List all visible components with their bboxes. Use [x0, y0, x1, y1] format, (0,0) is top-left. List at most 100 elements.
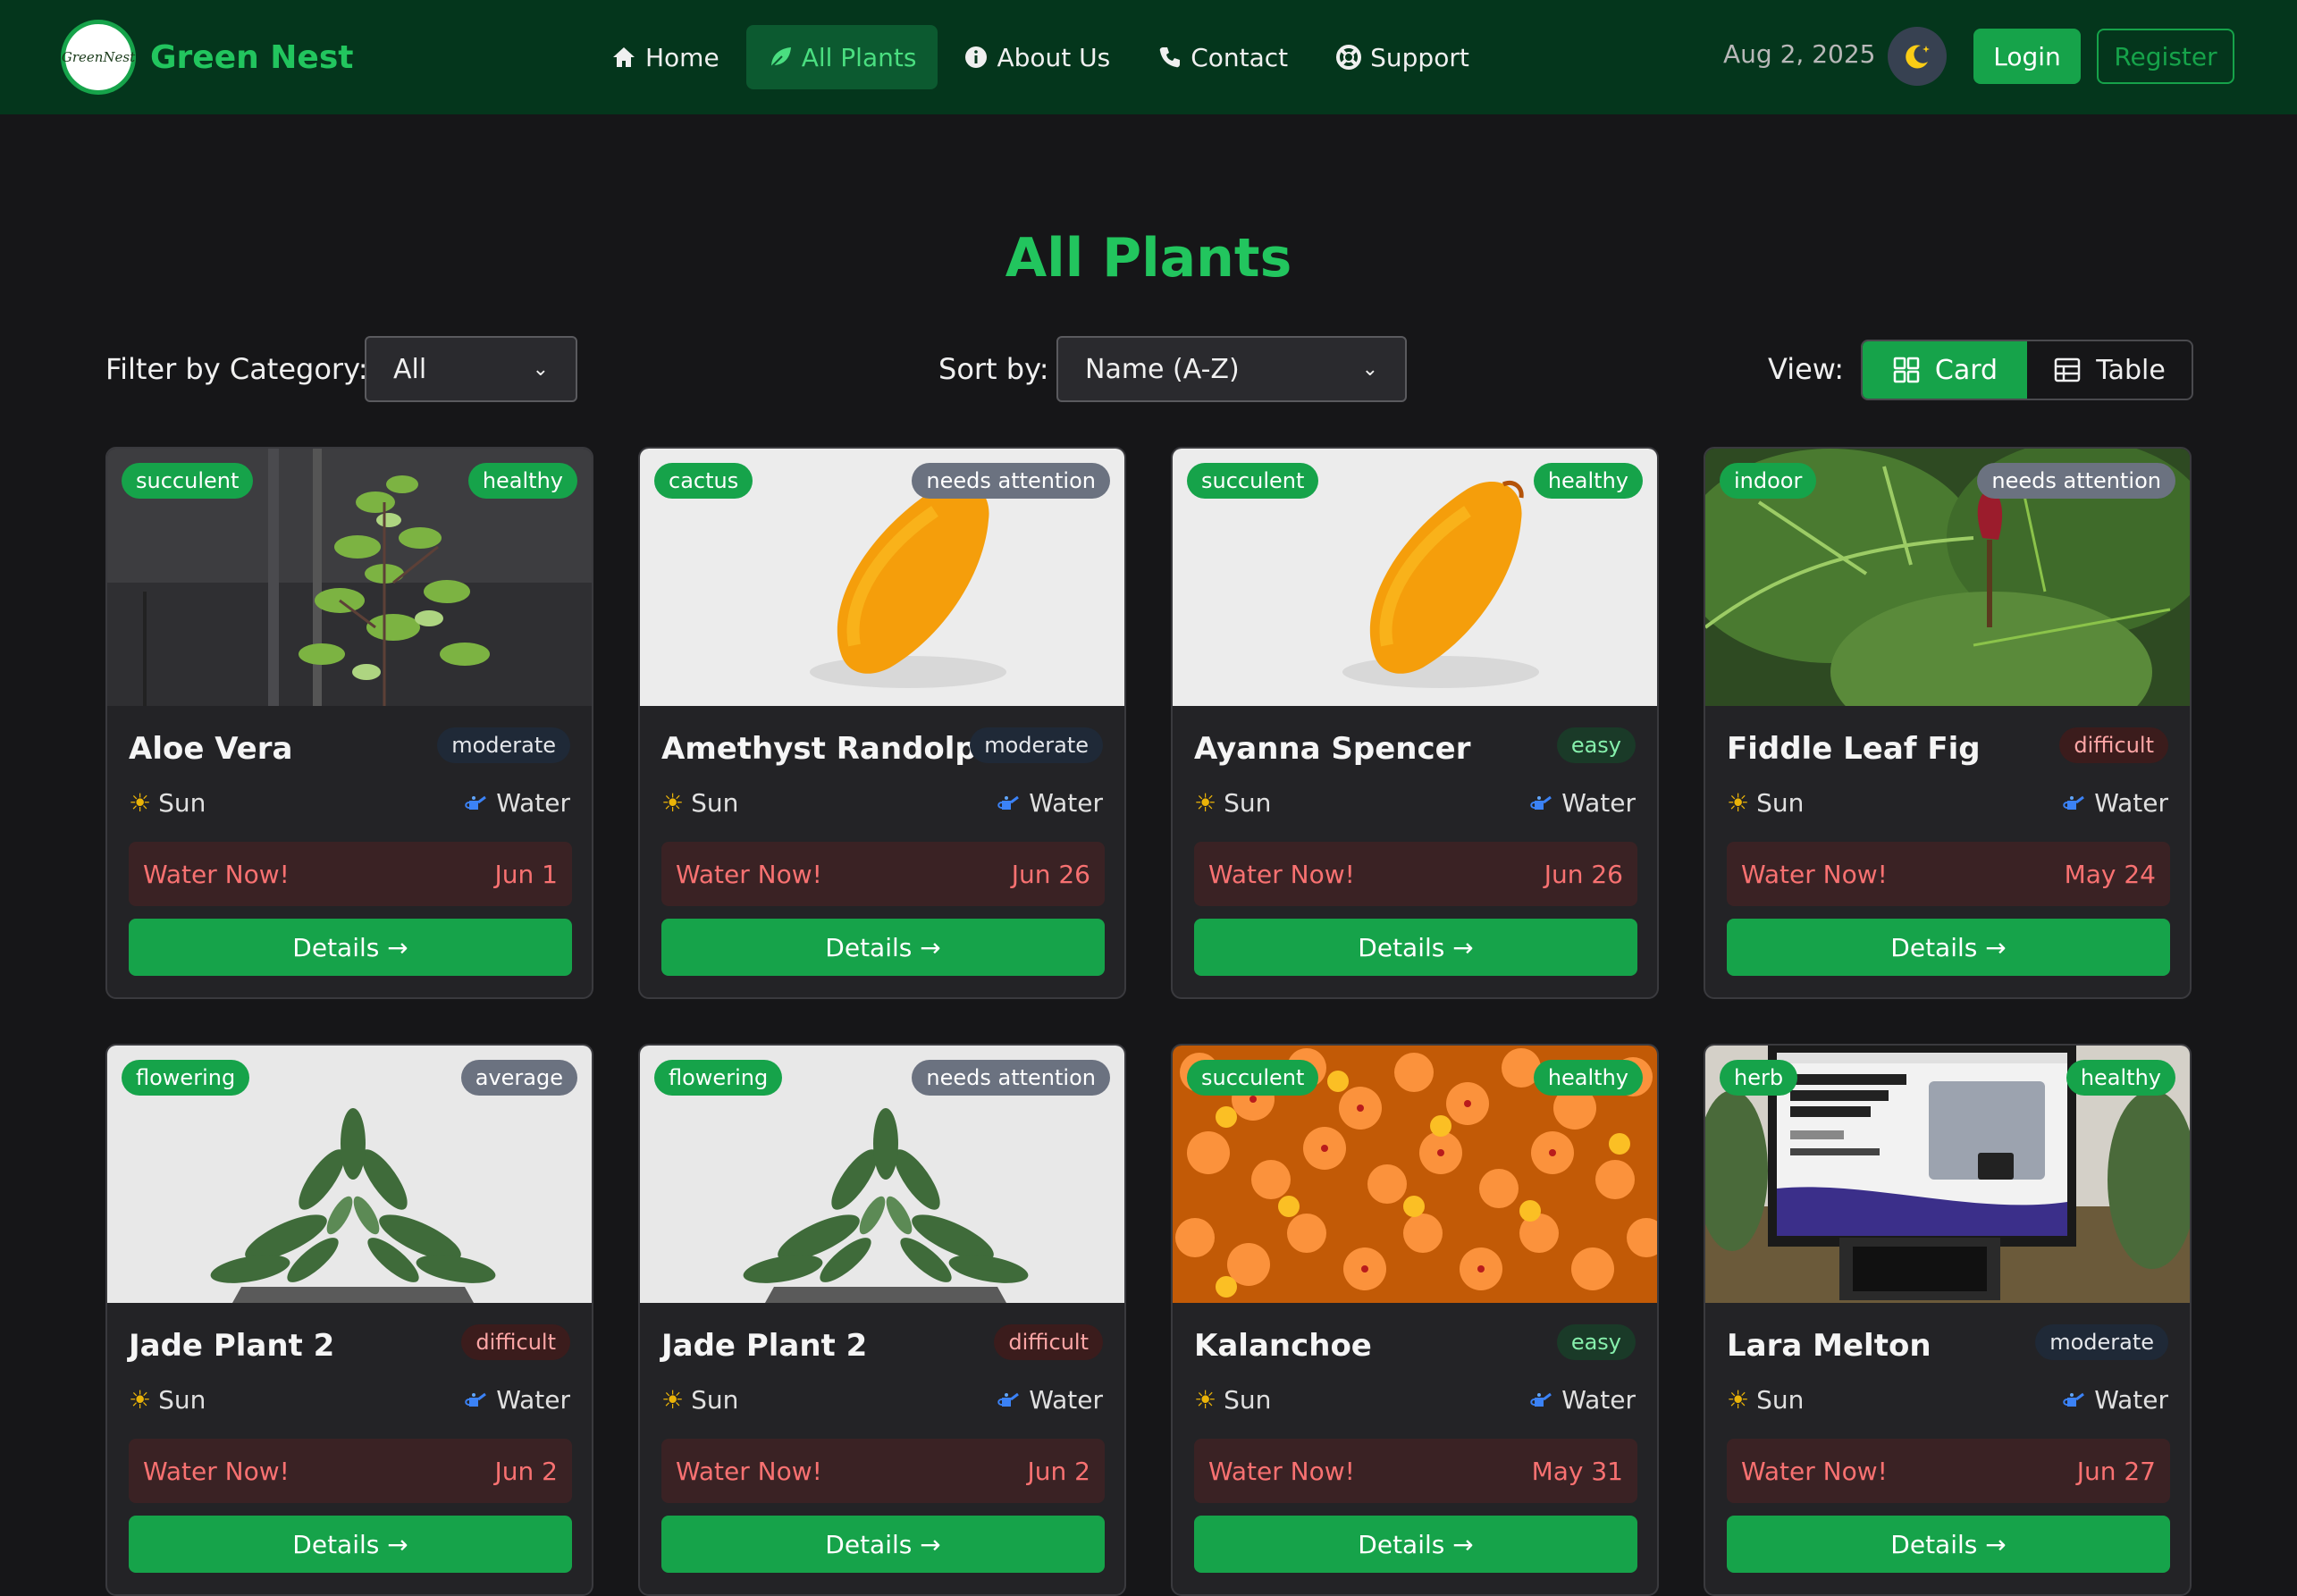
category-badge: flowering — [122, 1060, 250, 1096]
grid-icon — [1893, 357, 1920, 383]
category-filter-value: All — [393, 353, 427, 385]
watering-can-icon — [1529, 1390, 1552, 1410]
view-table-button[interactable]: Table — [2027, 341, 2192, 399]
sun-requirement: ☀ Sun — [661, 1385, 738, 1415]
sun-label: Sun — [1224, 1385, 1272, 1415]
plant-card[interactable]: cactus needs attention Amethyst Randolph… — [638, 447, 1126, 999]
watering-can-icon — [464, 794, 487, 813]
watering-can-icon — [997, 1390, 1020, 1410]
water-label: Water — [496, 1385, 570, 1415]
category-filter-select[interactable]: All ⌄ — [365, 336, 577, 402]
difficulty-badge: moderate — [970, 727, 1103, 763]
watering-can-icon — [997, 794, 1020, 813]
plant-card[interactable]: indoor needs attention Fiddle Leaf Fig d… — [1704, 447, 2192, 999]
water-label: Water — [1561, 788, 1636, 818]
difficulty-badge: moderate — [437, 727, 570, 763]
details-button[interactable]: Details → — [661, 919, 1105, 976]
water-requirement: Water — [464, 1385, 570, 1415]
water-label: Water — [1561, 1385, 1636, 1415]
plant-card[interactable]: herb healthy Lara Melton moderate ☀ Sun … — [1704, 1044, 2192, 1596]
sun-icon: ☀ — [129, 788, 152, 818]
water-now-label: Water Now! — [1208, 1456, 1355, 1486]
health-badge: healthy — [1533, 463, 1643, 499]
plant-card[interactable]: succulent healthy Kalanchoe easy ☀ Sun W… — [1171, 1044, 1659, 1596]
health-badge: average — [460, 1060, 577, 1096]
chevron-down-icon: ⌄ — [532, 357, 549, 381]
water-requirement: Water — [997, 1385, 1103, 1415]
details-button[interactable]: Details → — [1727, 1516, 2170, 1573]
water-label: Water — [2094, 788, 2168, 818]
difficulty-badge: easy — [1556, 1324, 1636, 1360]
sun-requirement: ☀ Sun — [129, 788, 206, 818]
plant-card[interactable]: flowering needs attention Jade Plant 2 d… — [638, 1044, 1126, 1596]
next-water-date: May 31 — [1531, 1456, 1623, 1486]
water-label: Water — [1029, 1385, 1103, 1415]
water-requirement: Water — [2062, 788, 2168, 818]
details-button[interactable]: Details → — [129, 919, 572, 976]
water-reminder: Water Now! Jun 1 — [129, 842, 572, 906]
category-badge: indoor — [1720, 463, 1817, 499]
nav-about[interactable]: About Us — [943, 25, 1132, 89]
view-card-button[interactable]: Card — [1863, 341, 2027, 399]
register-button[interactable]: Register — [2097, 29, 2234, 84]
water-requirement: Water — [1529, 1385, 1636, 1415]
sun-icon: ☀ — [1727, 788, 1750, 818]
nav-links: Home All Plants About Us Contact Support — [590, 25, 1496, 89]
next-water-date: Jun 27 — [2076, 1456, 2156, 1486]
water-now-label: Water Now! — [1741, 859, 1888, 889]
sort-value: Name (A-Z) — [1085, 353, 1240, 385]
plant-card[interactable]: flowering average Jade Plant 2 difficult… — [105, 1044, 593, 1596]
category-badge: succulent — [1187, 463, 1319, 499]
next-water-date: Jun 26 — [1011, 859, 1090, 889]
details-button[interactable]: Details → — [1194, 919, 1637, 976]
plant-name: Ayanna Spencer — [1194, 731, 1471, 767]
sun-label: Sun — [158, 788, 206, 818]
category-badge: succulent — [122, 463, 254, 499]
sun-requirement: ☀ Sun — [129, 1385, 206, 1415]
lifebuoy-icon — [1336, 45, 1362, 70]
water-requirement: Water — [997, 788, 1103, 818]
view-label: View: — [1768, 352, 1844, 386]
nav-all-plants[interactable]: All Plants — [745, 25, 938, 89]
nav-all-plants-label: All Plants — [801, 42, 917, 72]
sun-label: Sun — [158, 1385, 206, 1415]
plant-name: Amethyst Randolph — [661, 731, 998, 767]
sun-requirement: ☀ Sun — [1727, 788, 1804, 818]
login-button[interactable]: Login — [1973, 29, 2081, 84]
nav-home[interactable]: Home — [590, 25, 741, 89]
sun-icon: ☀ — [661, 1385, 685, 1415]
table-icon — [2054, 357, 2081, 382]
plant-card[interactable]: succulent healthy Ayanna Spencer easy ☀ … — [1171, 447, 1659, 999]
plant-card[interactable]: succulent healthy Aloe Vera moderate ☀ S… — [105, 447, 593, 999]
difficulty-badge: difficult — [461, 1324, 570, 1360]
health-badge: needs attention — [912, 463, 1110, 499]
theme-toggle-button[interactable] — [1888, 27, 1947, 86]
brand[interactable]: GreenNest Green Nest — [61, 20, 353, 95]
plant-name: Jade Plant 2 — [129, 1328, 335, 1364]
nav-support[interactable]: Support — [1315, 25, 1491, 89]
sun-icon: ☀ — [1727, 1385, 1750, 1415]
water-reminder: Water Now! Jun 27 — [1727, 1439, 2170, 1503]
sort-select[interactable]: Name (A-Z) ⌄ — [1056, 336, 1407, 402]
details-button[interactable]: Details → — [129, 1516, 572, 1573]
details-button[interactable]: Details → — [1727, 919, 2170, 976]
sun-label: Sun — [691, 1385, 739, 1415]
sun-label: Sun — [1224, 788, 1272, 818]
brand-logo: GreenNest — [61, 20, 136, 95]
nav-contact[interactable]: Contact — [1137, 25, 1309, 89]
health-badge: needs attention — [1977, 463, 2175, 499]
nav-contact-label: Contact — [1191, 42, 1289, 72]
navbar: GreenNest Green Nest Home All Plants Abo… — [0, 0, 2297, 114]
next-water-date: May 24 — [2064, 859, 2156, 889]
water-now-label: Water Now! — [1208, 859, 1355, 889]
water-label: Water — [2094, 1385, 2168, 1415]
sun-requirement: ☀ Sun — [1194, 1385, 1271, 1415]
moon-icon — [1906, 45, 1930, 69]
plant-name: Jade Plant 2 — [661, 1328, 868, 1364]
water-reminder: Water Now! Jun 26 — [661, 842, 1105, 906]
phone-icon — [1158, 46, 1182, 69]
details-button[interactable]: Details → — [661, 1516, 1105, 1573]
details-button[interactable]: Details → — [1194, 1516, 1637, 1573]
health-badge: healthy — [2066, 1060, 2175, 1096]
watering-can-icon — [2062, 1390, 2085, 1410]
